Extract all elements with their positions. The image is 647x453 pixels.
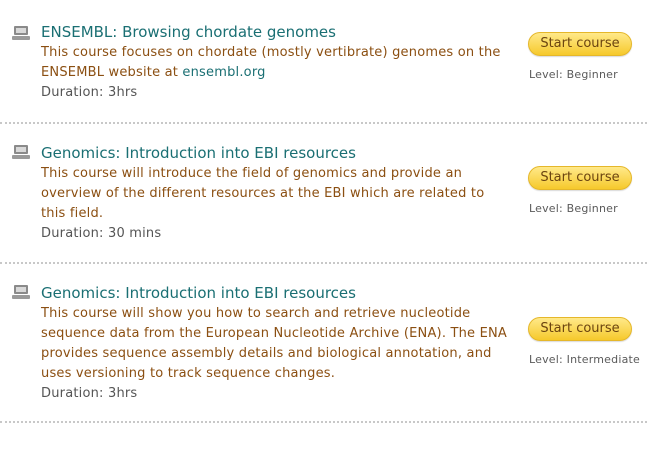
course-level: Level: Beginner (529, 202, 618, 215)
course-level: Level: Beginner (529, 68, 618, 81)
start-course-button[interactable]: Start course (528, 166, 632, 190)
course-description-text: This course focuses on chordate (mostly … (41, 45, 501, 80)
course-description: This course will show you how to search … (41, 306, 508, 381)
course-content: Genomics: Introduction into EBI resource… (41, 283, 511, 404)
computer-icon (12, 285, 30, 299)
course-content: Genomics: Introduction into EBI resource… (41, 143, 511, 244)
start-course-button[interactable]: Start course (528, 317, 632, 341)
divider (0, 421, 647, 423)
course-item: ENSEMBL: Browsing chordate genomes This … (0, 0, 647, 124)
course-item: Genomics: Introduction into EBI resource… (0, 264, 647, 424)
computer-icon (12, 145, 30, 159)
course-duration: Duration: 3hrs (41, 85, 138, 100)
course-description: This course focuses on chordate (mostly … (41, 43, 511, 83)
course-duration: Duration: 3hrs (41, 386, 138, 401)
ensembl-link[interactable]: ensembl.org (182, 65, 265, 80)
course-list: ENSEMBL: Browsing chordate genomes This … (0, 0, 647, 424)
course-item: Genomics: Introduction into EBI resource… (0, 123, 647, 264)
computer-icon (12, 26, 30, 40)
course-description: This course will introduce the field of … (41, 166, 485, 221)
course-duration: Duration: 30 mins (41, 226, 162, 241)
course-content: ENSEMBL: Browsing chordate genomes This … (41, 22, 511, 103)
course-title-link[interactable]: Genomics: Introduction into EBI resource… (41, 283, 511, 303)
course-title-link[interactable]: ENSEMBL: Browsing chordate genomes (41, 22, 511, 42)
course-level: Level: Intermediate (529, 353, 641, 366)
course-title-link[interactable]: Genomics: Introduction into EBI resource… (41, 143, 511, 163)
start-course-button[interactable]: Start course (528, 32, 632, 56)
